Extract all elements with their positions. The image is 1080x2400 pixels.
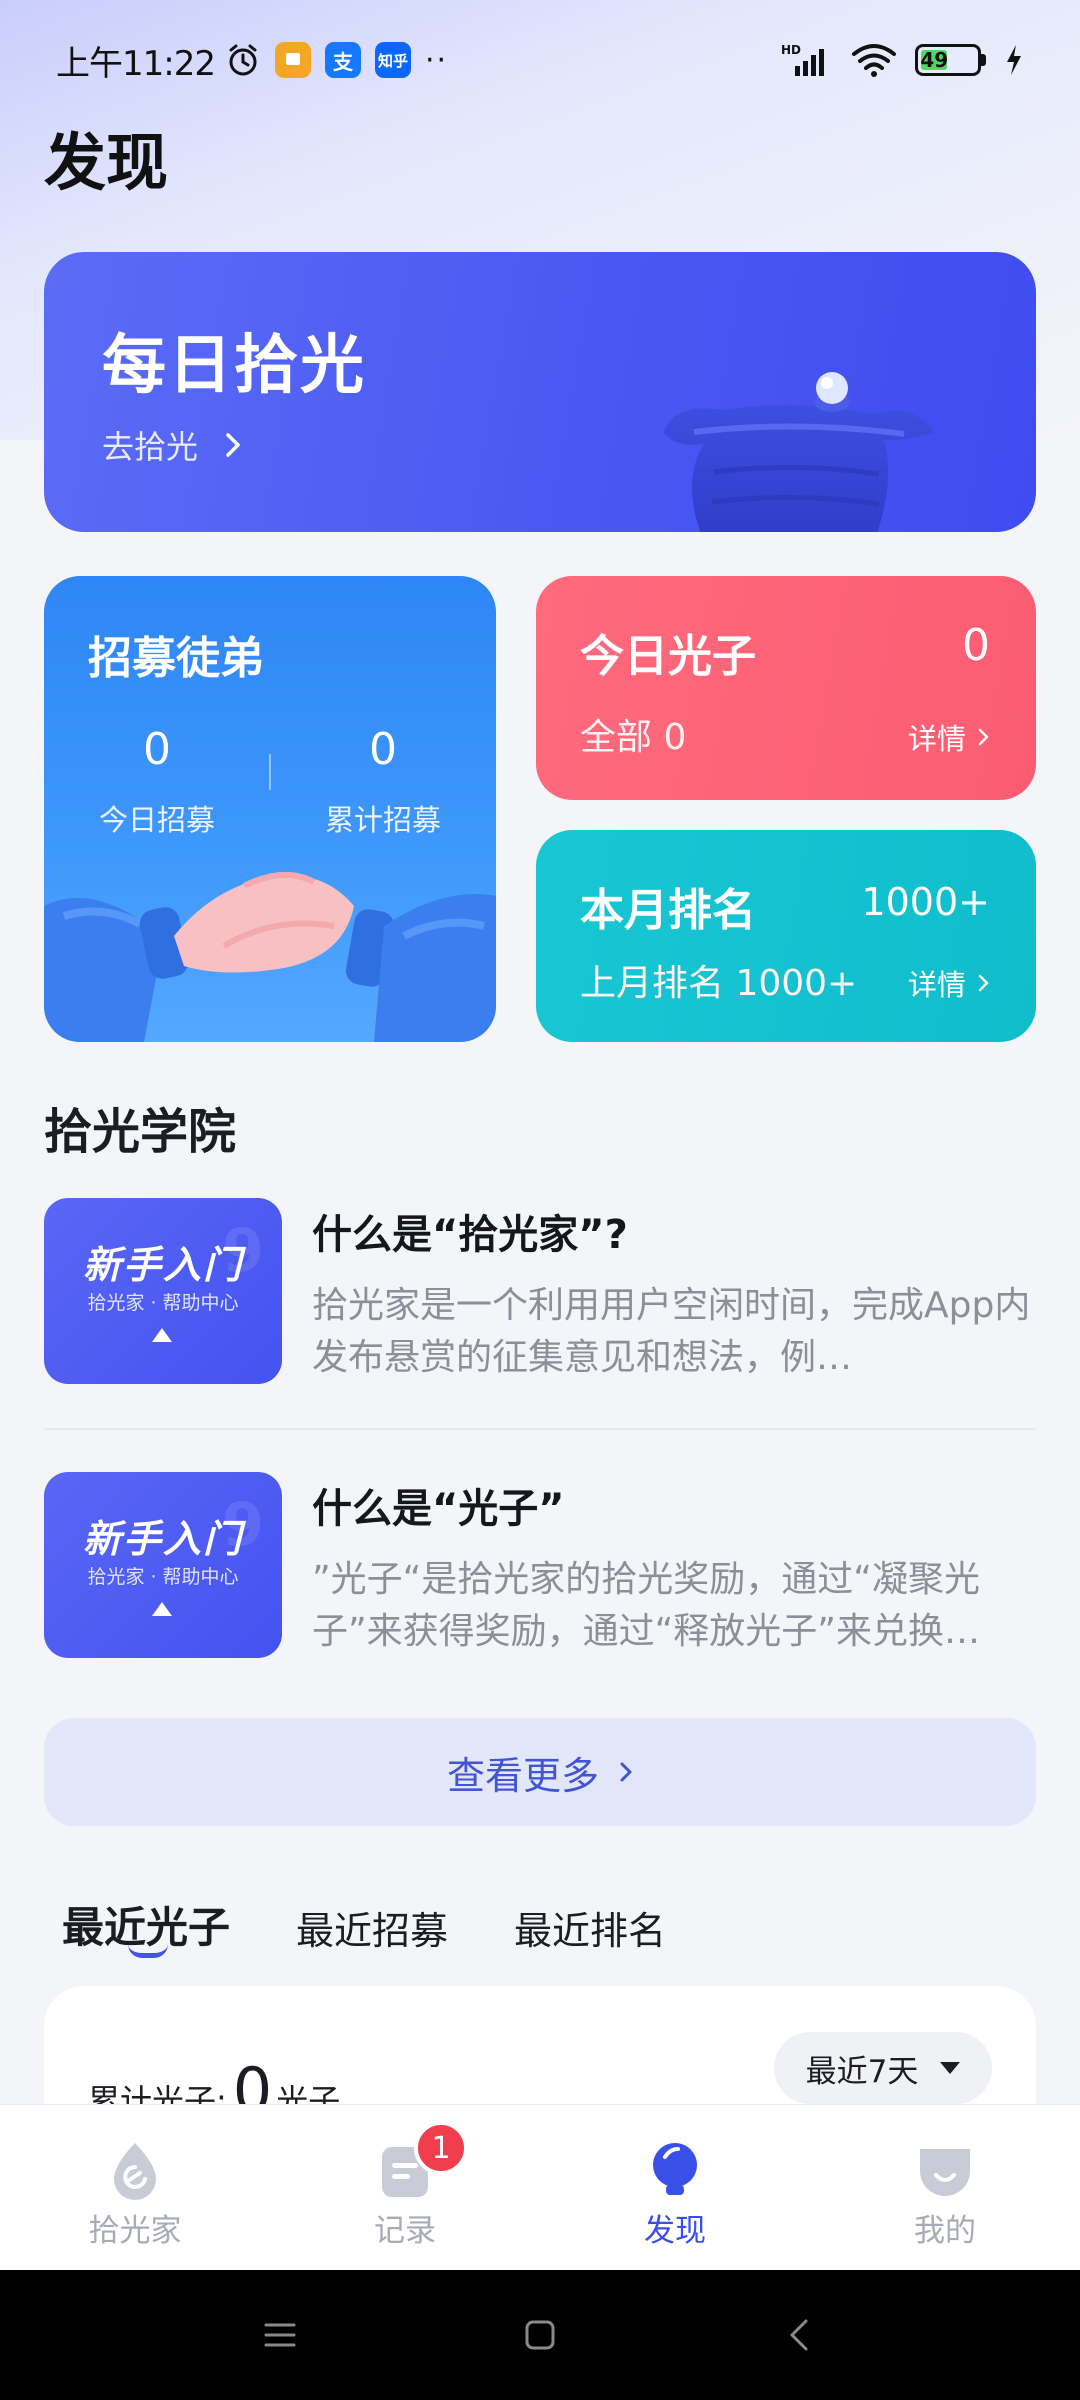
banner-link[interactable]: 去拾光: [102, 422, 242, 468]
chevron-right-icon: [620, 1762, 632, 1782]
thumb-title: 新手入门: [82, 1243, 243, 1287]
nav-discover-label: 发现: [644, 2213, 706, 2249]
system-navigation-bar: [0, 2270, 1080, 2400]
active-tab-indicator: [128, 1944, 168, 1958]
monthly-rank-card[interactable]: 本月排名 1000+ 上月排名 1000+ 详情: [536, 830, 1036, 1042]
nav-profile-label: 我的: [914, 2213, 976, 2249]
date-range-dropdown[interactable]: 最近7天: [774, 2032, 992, 2104]
article-description: ”光子“是拾光家的拾光奖励，通过“凝聚光子”来获得奖励，通过“释放光子”来兑换…: [312, 1559, 980, 1652]
recruit-today-label: 今日招募: [98, 803, 215, 837]
article-thumbnail: 9 新手入门 拾光家 · 帮助中心: [44, 1472, 282, 1658]
rank-title: 本月排名: [580, 885, 756, 936]
chevron-right-icon: [978, 974, 989, 992]
photon-today-value: 0: [962, 620, 990, 671]
bulb-icon: [653, 2143, 697, 2195]
nav-records-label: 记录: [374, 2213, 436, 2249]
nav-records[interactable]: 1 记录: [270, 2105, 540, 2270]
rank-value: 1000+: [861, 880, 990, 924]
battery-level: 49: [920, 48, 949, 72]
signal-icon: HD: [781, 43, 824, 76]
recruit-total-value: 0: [369, 724, 397, 775]
bottom-navigation: 拾光家 1 记录 发现 我的: [0, 2104, 1080, 2270]
tab-recent-recruits[interactable]: 最近招募: [296, 1900, 448, 1955]
charging-icon: [1007, 45, 1021, 75]
recruit-card[interactable]: 招募徒弟 0 今日招募 0 累计招募: [44, 576, 496, 1042]
menu-icon[interactable]: [260, 2315, 300, 2355]
photon-today-title: 今日光子: [580, 631, 756, 682]
recruit-total-stat: 0 累计招募: [270, 724, 496, 839]
last-month-rank: 上月排名 1000+: [580, 963, 858, 1004]
photon-today-card[interactable]: 今日光子 0 全部 0 详情: [536, 576, 1036, 800]
article-item[interactable]: 9 新手入门 拾光家 · 帮助中心 什么是“拾光家”? 拾光家是一个利用用户空闲…: [44, 1198, 1036, 1384]
recruit-title: 招募徒弟: [88, 633, 264, 684]
alipay-icon: 支: [324, 42, 361, 78]
article-divider: [44, 1428, 1036, 1430]
photon-detail-link[interactable]: 详情: [908, 716, 990, 758]
daily-banner[interactable]: 每日拾光 去拾光: [44, 252, 1036, 532]
thumb-subtitle: 拾光家 · 帮助中心: [87, 1566, 239, 1588]
records-badge: 1: [414, 2121, 468, 2175]
banner-link-label: 去拾光: [102, 428, 199, 466]
article-thumbnail: 9 新手入门 拾光家 · 帮助中心: [44, 1198, 282, 1384]
academy-title: 拾光学院: [44, 1104, 237, 1160]
view-more-label: 查看更多: [446, 1753, 599, 1798]
chevron-right-icon: [226, 433, 240, 457]
more-notifications-icon: ··: [424, 42, 449, 78]
nav-profile[interactable]: 我的: [810, 2105, 1080, 2270]
stat-divider: [269, 754, 271, 790]
chevron-right-icon: [978, 728, 989, 746]
rank-detail-link[interactable]: 详情: [908, 962, 990, 1004]
tab-recent-rankings[interactable]: 最近排名: [514, 1900, 666, 1955]
status-time: 上午11:22: [56, 43, 216, 84]
battery-indicator: 49: [915, 44, 986, 76]
photon-total-text: 全部 0: [580, 717, 687, 758]
caret-down-icon: [940, 2062, 961, 2074]
thumb-subtitle: 拾光家 · 帮助中心: [87, 1292, 239, 1314]
nav-home-label: 拾光家: [88, 2213, 182, 2249]
status-bar: 上午11:22 支 知乎 ·· HD 49: [0, 0, 1080, 120]
recruit-stats: 0 今日招募 0 累计招募: [44, 724, 496, 839]
status-system-icons: HD 49: [781, 42, 1024, 78]
home-drop-icon: [114, 2143, 156, 2200]
article-description: 拾光家是一个利用用户空闲时间，完成App内发布悬赏的征集意见和想法，例…: [312, 1285, 1031, 1378]
note-app-icon: [274, 42, 311, 78]
zhihu-icon: 知乎: [374, 42, 411, 78]
recruit-total-label: 累计招募: [324, 803, 441, 837]
date-range-label: 最近7天: [805, 2053, 919, 2090]
photon-detail-label: 详情: [907, 722, 966, 756]
thumb-arrow-icon: [152, 1602, 172, 1616]
teapot-illustration: [664, 372, 934, 532]
thumb-title: 新手入门: [82, 1517, 243, 1561]
recruit-today-value: 0: [143, 724, 171, 775]
alarm-icon: [229, 44, 257, 76]
banner-title: 每日拾光: [102, 329, 366, 403]
page-title: 发现: [44, 126, 169, 199]
nav-home[interactable]: 拾光家: [0, 2105, 270, 2270]
thumb-arrow-icon: [152, 1328, 172, 1342]
svg-text:HD: HD: [781, 43, 801, 57]
nav-discover[interactable]: 发现: [540, 2105, 810, 2270]
home-square-icon[interactable]: [520, 2315, 560, 2355]
view-more-button[interactable]: 查看更多: [44, 1718, 1036, 1826]
handshake-illustration: [44, 871, 496, 1042]
article-item[interactable]: 9 新手入门 拾光家 · 帮助中心 什么是“光子” ”光子“是拾光家的拾光奖励，…: [44, 1472, 1036, 1658]
article-title: 什么是“光子”: [312, 1486, 565, 1532]
wifi-icon: [852, 44, 896, 77]
article-title: 什么是“拾光家”?: [312, 1212, 628, 1258]
status-notification-icons: 支 知乎 ··: [225, 42, 448, 78]
back-icon[interactable]: [780, 2315, 820, 2355]
rank-detail-label: 详情: [907, 968, 966, 1002]
recruit-today-stat: 0 今日招募: [44, 724, 270, 839]
profile-icon: [920, 2149, 970, 2196]
